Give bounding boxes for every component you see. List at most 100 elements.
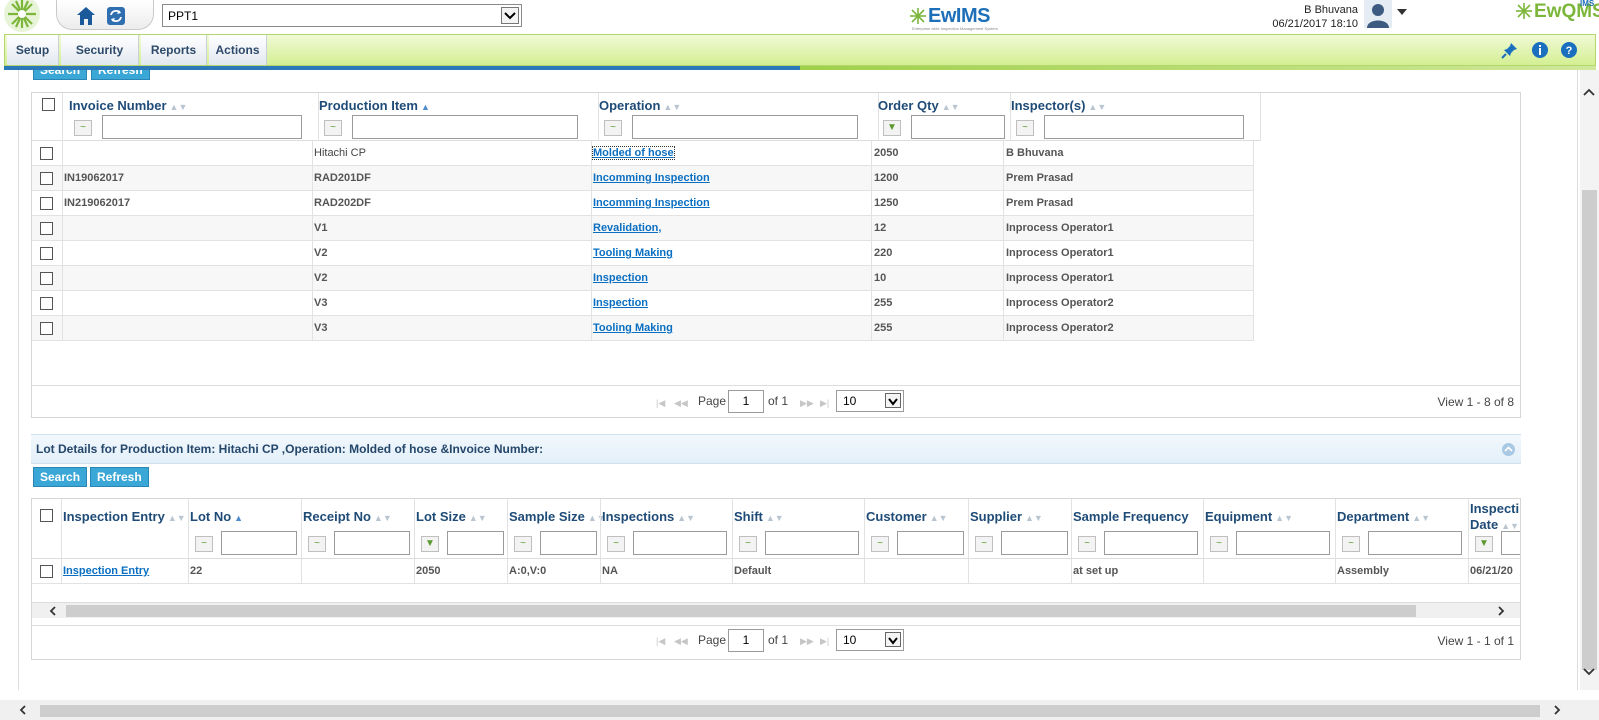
menu-reports[interactable]: Reports bbox=[141, 35, 207, 65]
page-hscroll-thumb[interactable] bbox=[40, 705, 1540, 717]
first-page-icon[interactable]: |◀ bbox=[656, 398, 665, 409]
filter-equipment[interactable] bbox=[1236, 531, 1330, 555]
page-vertical-scrollbar[interactable] bbox=[1580, 70, 1599, 690]
filter-op-icon[interactable]: ~ bbox=[324, 120, 342, 136]
cell-inspection-entry-link[interactable]: Inspection Entry bbox=[63, 565, 149, 577]
filter-op-icon[interactable]: ~ bbox=[739, 536, 757, 552]
user-avatar-icon[interactable] bbox=[1364, 0, 1392, 28]
page-size-select[interactable]: 10 bbox=[836, 390, 904, 412]
row-checkbox[interactable] bbox=[40, 297, 53, 310]
row-checkbox[interactable] bbox=[40, 565, 53, 578]
table-row[interactable]: IN19062017 RAD201DF Incomming Inspection… bbox=[32, 166, 1254, 191]
grid1-search-button[interactable]: Search bbox=[33, 70, 88, 80]
row-checkbox[interactable] bbox=[40, 147, 53, 160]
col-equipment[interactable]: Equipment ▲▼ bbox=[1205, 509, 1293, 524]
menu-actions[interactable]: Actions bbox=[209, 35, 267, 65]
table-row[interactable]: IN219062017 RAD202DF Incomming Inspectio… bbox=[32, 191, 1254, 216]
scroll-up-icon[interactable] bbox=[1583, 87, 1595, 97]
filter-order-qty[interactable] bbox=[911, 115, 1005, 139]
filter-op-icon[interactable]: ~ bbox=[1342, 536, 1360, 552]
filter-op-icon[interactable]: ~ bbox=[514, 536, 532, 552]
col-inspectors[interactable]: Inspector(s) ▲▼ bbox=[1011, 98, 1106, 113]
table-row[interactable]: Inspection Entry 22 2050 A:0,V:0 NA Defa… bbox=[32, 559, 1520, 584]
chevron-down-icon[interactable] bbox=[885, 393, 901, 408]
scroll-left-icon[interactable] bbox=[18, 705, 28, 715]
lot-search-button[interactable]: Search bbox=[33, 467, 88, 487]
grid2-horizontal-scrollbar[interactable] bbox=[32, 602, 1520, 618]
grid1-refresh-button[interactable]: Refresh bbox=[91, 70, 150, 80]
col-order-qty[interactable]: Order Qty ▲▼ bbox=[878, 98, 960, 113]
scroll-right-icon[interactable] bbox=[1496, 606, 1506, 616]
table-row[interactable]: Hitachi CP Molded of hose 2050 B Bhuvana bbox=[32, 141, 1254, 166]
row-checkbox[interactable] bbox=[40, 197, 53, 210]
table-row[interactable]: V2 Tooling Making 220 Inprocess Operator… bbox=[32, 241, 1254, 266]
filter-op-icon[interactable]: ~ bbox=[1210, 536, 1228, 552]
filter-op-icon[interactable]: ~ bbox=[195, 536, 213, 552]
page-size-select[interactable]: 10 bbox=[836, 629, 904, 651]
filter-sample-frequency[interactable] bbox=[1104, 531, 1198, 555]
col-shift[interactable]: Shift ▲▼ bbox=[734, 509, 784, 524]
col-inspections[interactable]: Inspections ▲▼ bbox=[602, 509, 695, 524]
cell-operation-link[interactable]: Tooling Making bbox=[593, 322, 673, 334]
help-icon[interactable]: ? bbox=[1560, 41, 1578, 59]
row-checkbox[interactable] bbox=[40, 222, 53, 235]
filter-op-icon[interactable]: ~ bbox=[871, 536, 889, 552]
filter-op-icon[interactable]: ~ bbox=[975, 536, 993, 552]
col-customer[interactable]: Customer ▲▼ bbox=[866, 509, 948, 524]
prev-page-icon[interactable]: ◀◀ bbox=[674, 636, 688, 647]
col-operation[interactable]: Operation ▲▼ bbox=[599, 98, 681, 113]
table-row[interactable]: V1 Revalidation, 12 Inprocess Operator1 bbox=[32, 216, 1254, 241]
col-supplier[interactable]: Supplier ▲▼ bbox=[970, 509, 1043, 524]
cell-operation-link[interactable]: Tooling Making bbox=[593, 247, 673, 259]
col-lot-no[interactable]: Lot No ▲ bbox=[190, 509, 243, 524]
grid1-select-all-checkbox[interactable] bbox=[42, 98, 55, 111]
next-page-icon[interactable]: ▶▶ bbox=[800, 398, 814, 409]
row-checkbox[interactable] bbox=[40, 172, 53, 185]
row-checkbox[interactable] bbox=[40, 247, 53, 260]
col-inspection-entry[interactable]: Inspection Entry ▲▼ bbox=[63, 509, 186, 524]
filter-operation[interactable] bbox=[632, 115, 858, 139]
col-invoice-number[interactable]: Invoice Number ▲▼ bbox=[69, 98, 187, 113]
menu-security[interactable]: Security bbox=[61, 35, 139, 65]
scroll-right-icon[interactable] bbox=[1552, 705, 1562, 715]
row-checkbox[interactable] bbox=[40, 322, 53, 335]
table-row[interactable]: V3 Inspection 255 Inprocess Operator2 bbox=[32, 291, 1254, 316]
filter-inspectors[interactable] bbox=[1044, 115, 1244, 139]
cell-operation-link[interactable]: Revalidation, bbox=[593, 222, 661, 234]
menu-setup[interactable]: Setup bbox=[7, 35, 59, 65]
filter-op-icon[interactable]: ~ bbox=[1078, 536, 1096, 552]
cell-operation-link[interactable]: Inspection bbox=[593, 272, 648, 284]
cell-operation-link[interactable]: Incomming Inspection bbox=[593, 172, 710, 184]
project-select[interactable]: PPT1 bbox=[162, 4, 522, 27]
filter-sample-size[interactable] bbox=[540, 531, 597, 555]
col-production-item[interactable]: Production Item ▲ bbox=[319, 98, 430, 113]
filter-op-icon[interactable]: ~ bbox=[308, 536, 326, 552]
filter-op-icon[interactable]: ~ bbox=[1016, 120, 1034, 136]
grid2-select-all-checkbox[interactable] bbox=[40, 509, 53, 522]
filter-funnel-icon[interactable]: ▼ bbox=[421, 536, 439, 552]
chevron-down-icon[interactable] bbox=[885, 632, 901, 647]
filter-inspection-date[interactable] bbox=[1501, 531, 1520, 555]
col-department[interactable]: Department ▲▼ bbox=[1337, 509, 1430, 524]
first-page-icon[interactable]: |◀ bbox=[656, 636, 665, 647]
grid2-scroll-thumb[interactable] bbox=[66, 605, 1416, 617]
filter-supplier[interactable] bbox=[1001, 531, 1068, 555]
filter-inspections[interactable] bbox=[633, 531, 727, 555]
filter-op-icon[interactable]: ~ bbox=[607, 536, 625, 552]
pin-icon[interactable] bbox=[1501, 41, 1519, 59]
cell-operation-link[interactable]: Inspection bbox=[593, 297, 648, 309]
info-icon[interactable] bbox=[1531, 41, 1549, 59]
filter-op-icon[interactable]: ~ bbox=[74, 120, 92, 136]
col-receipt-no[interactable]: Receipt No ▲▼ bbox=[303, 509, 392, 524]
page-horizontal-scrollbar[interactable] bbox=[0, 700, 1599, 720]
page-number-input[interactable]: 1 bbox=[728, 629, 764, 652]
cell-operation-link[interactable]: Incomming Inspection bbox=[593, 197, 710, 209]
col-sample-frequency[interactable]: Sample Frequency bbox=[1073, 509, 1189, 524]
page-number-input[interactable]: 1 bbox=[728, 390, 764, 413]
filter-lot-size[interactable] bbox=[447, 531, 504, 555]
page-scroll-thumb[interactable] bbox=[1582, 190, 1597, 670]
filter-op-icon[interactable]: ~ bbox=[604, 120, 622, 136]
scroll-down-icon[interactable] bbox=[1583, 667, 1595, 677]
filter-department[interactable] bbox=[1368, 531, 1462, 555]
filter-customer[interactable] bbox=[897, 531, 964, 555]
